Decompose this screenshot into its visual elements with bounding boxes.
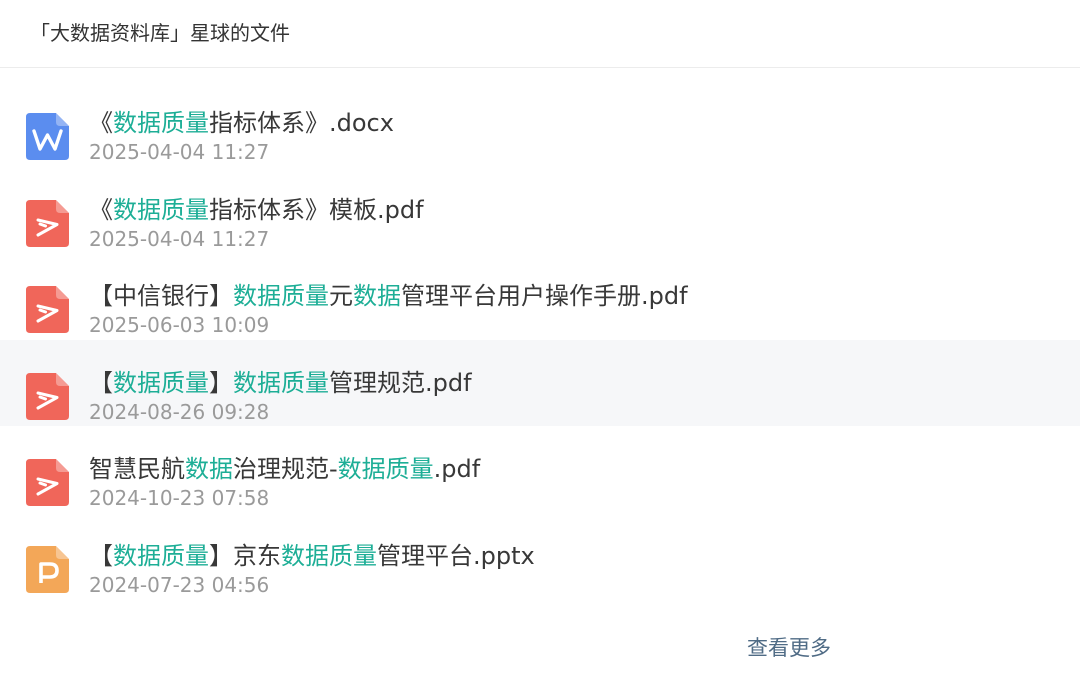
file-name[interactable]: 《数据质量指标体系》.docx <box>89 108 394 138</box>
file-name-text: 元 <box>329 282 353 311</box>
file-name-highlight: 数据质量 <box>113 368 209 397</box>
file-name[interactable]: 【数据质量】京东数据质量管理平台.pptx <box>89 541 535 571</box>
file-name-text: 智慧民航 <box>89 455 185 484</box>
file-item[interactable]: 【数据质量】数据质量管理规范.pdf 2024-08-26 09:28 <box>0 339 1080 427</box>
file-name-text: 】 <box>209 368 233 397</box>
file-item[interactable]: 《数据质量指标体系》模板.pdf 2025-04-04 11:27 <box>0 167 1080 254</box>
file-name-highlight: 数据质量 <box>281 541 377 570</box>
file-name-highlight: 数据质量 <box>113 541 209 570</box>
file-item[interactable]: 《数据质量指标体系》.docx 2025-04-04 11:27 <box>0 80 1080 167</box>
file-name-text: 指标体系》.docx <box>209 109 394 137</box>
file-time: 2025-04-04 11:27 <box>89 226 270 251</box>
file-name-highlight: 数据质量 <box>113 109 209 137</box>
pdf-doc-icon <box>26 199 69 247</box>
file-name-highlight: 数据 <box>185 455 233 484</box>
pdf-doc-icon <box>26 459 69 507</box>
file-name[interactable]: 【数据质量】数据质量管理规范.pdf <box>89 368 472 398</box>
file-name-text: 【中信银行】 <box>89 282 233 311</box>
file-time: 2025-04-04 11:27 <box>89 140 270 164</box>
file-time: 2024-10-23 07:58 <box>89 486 270 511</box>
file-item[interactable]: 智慧民航数据治理规范-数据质量.pdf 2024-10-23 07:58 <box>0 426 1080 513</box>
file-time: 2024-07-23 04:56 <box>89 572 270 597</box>
file-name-highlight: 数据 <box>353 282 401 311</box>
file-name-text: 《 <box>89 109 113 137</box>
file-name-text: 】京东 <box>209 541 281 570</box>
file-item[interactable]: 【中信银行】数据质量元数据管理平台用户操作手册.pdf 2025-06-03 10… <box>0 253 1080 340</box>
file-name[interactable]: 【中信银行】数据质量元数据管理平台用户操作手册.pdf <box>89 281 688 311</box>
page-title: 「大数据资料库」星球的文件 <box>30 21 290 45</box>
header: 「大数据资料库」星球的文件 <box>0 0 1080 68</box>
file-name-text: 《 <box>89 195 113 224</box>
file-name-highlight: 数据质量 <box>337 455 434 484</box>
file-name-text: 管理规范.pdf <box>329 368 472 397</box>
word-doc-icon <box>26 113 69 160</box>
file-name-highlight: 数据质量 <box>113 195 209 224</box>
file-name[interactable]: 智慧民航数据治理规范-数据质量.pdf <box>89 454 480 484</box>
file-list-page: 「大数据资料库」星球的文件 《数据质量指标体系》.docx 2025-04-04 … <box>0 0 1080 686</box>
file-time: 2025-06-03 10:09 <box>89 313 270 338</box>
file-list: 《数据质量指标体系》.docx 2025-04-04 11:27 《数据质量指标体系… <box>0 80 1080 600</box>
view-more-link[interactable]: 查看更多 <box>747 634 831 662</box>
file-name-text: 治理规范- <box>233 455 338 484</box>
file-name-text: 【 <box>89 541 113 570</box>
file-name[interactable]: 《数据质量指标体系》模板.pdf <box>89 195 424 225</box>
file-time: 2024-08-26 09:28 <box>89 399 270 424</box>
file-name-text: 指标体系》模板.pdf <box>209 195 424 224</box>
file-name-text: 管理平台用户操作手册.pdf <box>401 282 688 311</box>
file-item[interactable]: 【数据质量】京东数据质量管理平台.pptx 2024-07-23 04:56 <box>0 513 1080 600</box>
file-name-highlight: 数据质量 <box>233 282 329 311</box>
ppt-doc-icon <box>26 545 69 593</box>
file-name-text: 管理平台.pptx <box>377 541 535 570</box>
file-name-highlight: 数据质量 <box>233 368 329 397</box>
pdf-doc-icon <box>26 286 69 334</box>
file-name-text: 【 <box>89 368 113 397</box>
file-name-text: .pdf <box>433 455 481 484</box>
pdf-doc-icon <box>26 372 69 420</box>
